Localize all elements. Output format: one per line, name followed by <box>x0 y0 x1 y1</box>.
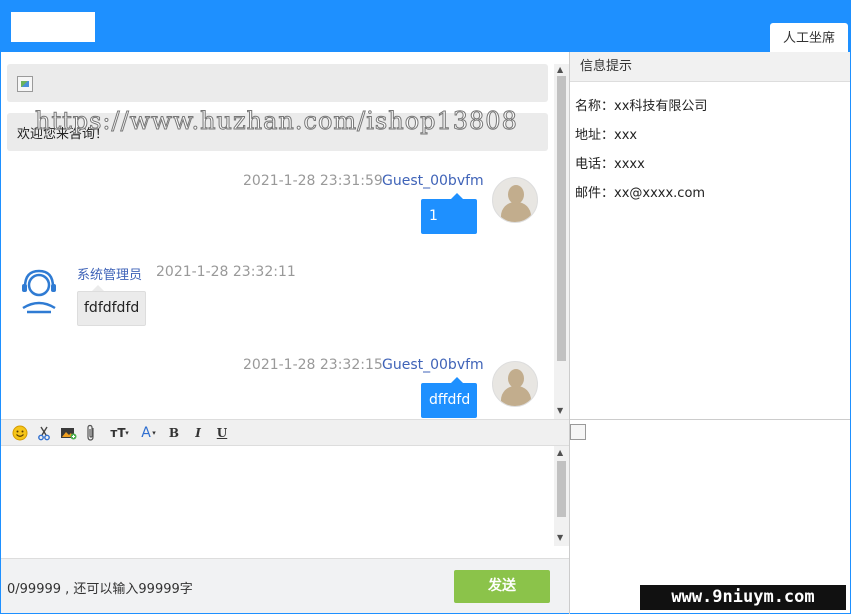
message-bubble: fdfdfdfd <box>77 285 147 326</box>
message-scrollbar[interactable]: ▲ ▼ <box>554 64 569 419</box>
char-counter: 0/99999 , 还可以输入99999字 <box>7 582 193 597</box>
broken-image-icon <box>17 76 33 92</box>
paperclip-icon[interactable] <box>85 424 97 442</box>
system-image-message <box>7 64 548 102</box>
input-footer: 0/99999 , 还可以输入99999字 发送 <box>1 558 569 613</box>
scroll-up-arrow-icon[interactable]: ▲ <box>557 66 563 74</box>
message-username[interactable]: 系统管理员 <box>77 264 142 283</box>
info-phone: 电话：xxxx <box>575 157 645 172</box>
smiley-icon[interactable] <box>12 425 28 441</box>
editor-scroll-down-arrow-icon[interactable]: ▼ <box>557 534 563 542</box>
guest-avatar <box>492 177 538 223</box>
message-time: 2021-1-28 23:32:15 <box>243 357 383 373</box>
guest-avatar <box>492 361 538 407</box>
customer-service-avatar-icon <box>22 269 56 314</box>
info-address: 地址：xxx <box>575 128 638 143</box>
top-bar: 人工坐席 <box>1 1 850 52</box>
editor-scrollbar[interactable]: ▲ ▼ <box>554 446 569 546</box>
broken-image-icon <box>570 424 586 440</box>
watermark-bottom: www.9niuym.com <box>640 585 846 610</box>
editor-scrollbar-thumb[interactable] <box>557 461 566 517</box>
message-username[interactable]: Guest_00bvfm <box>382 173 484 189</box>
message-input[interactable]: ▲ ▼ <box>1 446 569 558</box>
image-icon[interactable] <box>60 425 77 441</box>
tab-manual-agent[interactable]: 人工坐席 <box>770 23 848 52</box>
watermark-top: https://www.huzhan.com/ishop13808 <box>35 107 518 136</box>
scroll-down-arrow-icon[interactable]: ▼ <box>557 407 563 415</box>
info-panel: 信息提示 名称：xx科技有限公司 地址：xxx 电话：xxxx 邮件：xx@xx… <box>570 52 850 420</box>
info-company-name: 名称：xx科技有限公司 <box>575 99 708 114</box>
editor-toolbar: тT ▾ A ▾ B I U <box>1 419 569 446</box>
bold-button[interactable]: B <box>168 424 180 442</box>
scrollbar-thumb[interactable] <box>557 76 566 361</box>
scissors-icon[interactable] <box>36 425 52 441</box>
message-bubble: dffdfd <box>421 377 477 418</box>
info-email: 邮件：xx@xxxx.com <box>575 186 706 201</box>
info-panel-title: 信息提示 <box>570 52 850 82</box>
font-size-dropdown-icon[interactable]: ▾ <box>124 424 130 442</box>
send-button[interactable]: 发送 <box>454 570 550 603</box>
italic-button[interactable]: I <box>192 424 204 442</box>
logo-placeholder <box>11 12 95 42</box>
editor-scroll-up-arrow-icon[interactable]: ▲ <box>557 449 563 457</box>
underline-button[interactable]: U <box>216 424 228 442</box>
message-time: 2021-1-28 23:31:59 <box>243 173 383 189</box>
message-username[interactable]: Guest_00bvfm <box>382 357 484 373</box>
message-time: 2021-1-28 23:32:11 <box>156 264 296 280</box>
font-color-dropdown-icon[interactable]: ▾ <box>151 424 157 442</box>
message-bubble: 1 <box>421 193 477 234</box>
chat-window: 人工坐席 欢迎您来咨询！ 2021-1-28 23:31:59 Guest_00… <box>0 0 851 614</box>
